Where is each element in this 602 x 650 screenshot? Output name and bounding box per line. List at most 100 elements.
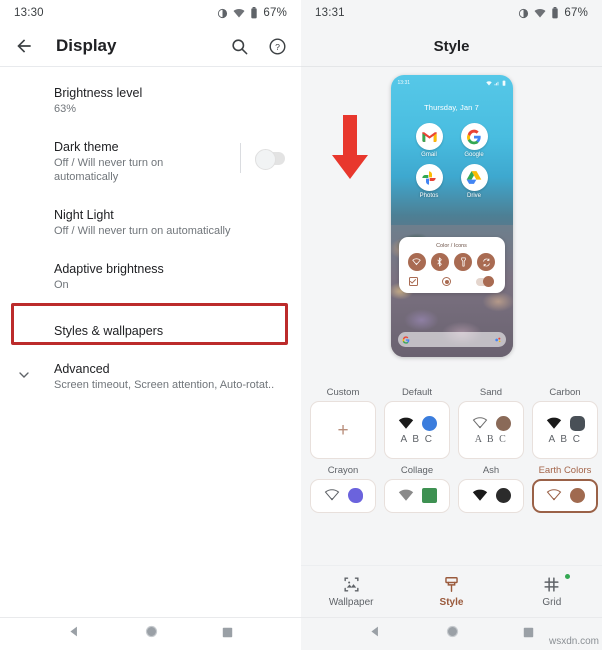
style-tile-collage[interactable]: Collage bbox=[384, 465, 450, 513]
recents-square-icon[interactable] bbox=[222, 625, 233, 643]
color-dot bbox=[347, 488, 363, 503]
back-triangle-icon[interactable] bbox=[68, 625, 81, 643]
tile-label: Custom bbox=[326, 387, 360, 398]
setting-row-dark-theme[interactable]: Dark theme Off / Will never turn on auto… bbox=[0, 125, 301, 193]
setting-row-styles-and-wallpapers[interactable]: Styles & wallpapers bbox=[0, 301, 301, 355]
bluetooth-icon[interactable] bbox=[430, 253, 449, 271]
style-tile-earth-colors[interactable]: Earth Colors bbox=[532, 465, 598, 513]
nav-item-grid[interactable]: Grid bbox=[517, 574, 587, 608]
row-title: Adaptive brightness bbox=[54, 262, 164, 276]
dnd-icon bbox=[519, 8, 529, 18]
style-tile-ash[interactable]: Ash bbox=[458, 465, 524, 513]
row-title: Brightness level bbox=[54, 86, 143, 100]
dnd-icon bbox=[218, 8, 228, 18]
setting-row-advanced[interactable]: Advanced Screen timeout, Screen attentio… bbox=[0, 355, 301, 401]
row-title: Dark theme bbox=[54, 140, 119, 154]
style-tile-custom[interactable]: Custom + bbox=[310, 387, 376, 459]
battery-icon bbox=[502, 80, 505, 86]
tile-label: Carbon bbox=[549, 387, 581, 398]
row-title: Night Light bbox=[54, 208, 114, 222]
home-circle-icon[interactable] bbox=[446, 625, 459, 643]
auto-rotate-icon[interactable] bbox=[477, 253, 496, 271]
style-title: Style bbox=[433, 37, 470, 55]
watermark: wsxdn.com bbox=[548, 636, 599, 647]
radio-sample[interactable] bbox=[442, 277, 451, 286]
page-title: Display bbox=[56, 36, 117, 55]
style-tile-sand[interactable]: Sand A B C bbox=[458, 387, 524, 459]
row-title: Advanced bbox=[54, 362, 110, 376]
status-icons: 67% bbox=[217, 7, 287, 19]
app-label: Google bbox=[464, 152, 484, 158]
tile-box[interactable]: + bbox=[310, 401, 376, 459]
setting-row-adaptive-brightness[interactable]: Adaptive brightness On bbox=[0, 247, 301, 301]
nav-item-wallpaper[interactable]: Wallpaper bbox=[316, 575, 386, 608]
paintbrush-icon bbox=[445, 577, 458, 592]
google-g-icon bbox=[402, 335, 409, 344]
style-tile-carbon[interactable]: Carbon A B C bbox=[532, 387, 598, 459]
app-label: Photos bbox=[419, 193, 439, 199]
home-circle-icon[interactable] bbox=[145, 625, 158, 643]
setting-row-brightness-level[interactable]: Brightness level 63% bbox=[0, 73, 301, 125]
search-icon[interactable] bbox=[227, 34, 251, 58]
battery-percent: 67% bbox=[564, 7, 588, 19]
tile-icon-row bbox=[398, 415, 437, 431]
flashlight-icon[interactable] bbox=[454, 253, 473, 271]
app-label: Gmail bbox=[421, 152, 437, 158]
checkbox-sample[interactable] bbox=[408, 277, 418, 286]
status-time: 13:31 bbox=[315, 7, 345, 19]
svg-text:?: ? bbox=[275, 41, 280, 51]
plus-icon: + bbox=[337, 419, 349, 441]
wifi-icon bbox=[398, 417, 413, 429]
wifi-icon bbox=[398, 489, 413, 501]
preview-app-drive[interactable]: Drive bbox=[460, 164, 488, 199]
preview-app-google[interactable]: Google bbox=[460, 123, 488, 158]
color-dot bbox=[495, 415, 511, 431]
drive-icon bbox=[460, 164, 488, 191]
style-tile-crayon[interactable]: Crayon bbox=[310, 465, 376, 513]
chevron-down-icon[interactable] bbox=[16, 367, 32, 383]
row-subtitle: 63% bbox=[54, 103, 77, 115]
preview-app-gmail[interactable]: Gmail bbox=[415, 123, 443, 158]
row-subtitle: Off / Will never turn on automatically bbox=[54, 157, 164, 183]
wifi-icon bbox=[534, 8, 546, 17]
back-triangle-icon[interactable] bbox=[369, 625, 382, 643]
tile-label: Crayon bbox=[327, 465, 359, 476]
tile-box[interactable] bbox=[532, 479, 598, 513]
wifi-icon bbox=[546, 417, 561, 429]
dual-screenshot-container: 13:30 67% Display ? Brightness level 63%… bbox=[0, 0, 602, 650]
wifi-icon[interactable] bbox=[407, 253, 426, 271]
tile-box[interactable] bbox=[310, 479, 376, 513]
tile-label: Sand bbox=[479, 387, 503, 398]
tile-box[interactable]: A B C bbox=[384, 401, 450, 459]
battery-percent: 67% bbox=[263, 7, 287, 19]
setting-row-night-light[interactable]: Night Light Off / Will never turn on aut… bbox=[0, 193, 301, 247]
wifi-icon bbox=[233, 8, 245, 17]
phone-preview-area: 13:31 Thursday, Jan 7 Gmail Google Photo… bbox=[301, 67, 602, 385]
tile-box[interactable]: A B C bbox=[532, 401, 598, 459]
preview-app-photos[interactable]: Photos bbox=[415, 164, 443, 199]
row-title: Styles & wallpapers bbox=[54, 324, 164, 338]
tile-icon-row bbox=[398, 488, 437, 503]
recents-square-icon[interactable] bbox=[523, 625, 534, 643]
preview-date: Thursday, Jan 7 bbox=[424, 103, 479, 112]
style-tiles-grid: Custom + Default A B C Sand A B C Carbon… bbox=[301, 385, 602, 513]
tile-icon-row bbox=[472, 415, 511, 431]
switch-sample[interactable] bbox=[475, 276, 494, 287]
tile-box[interactable] bbox=[384, 479, 450, 513]
color-dot bbox=[421, 488, 437, 503]
tile-box[interactable]: A B C bbox=[458, 401, 524, 459]
preview-app-grid: Gmail Google Photos Drive bbox=[391, 123, 513, 199]
back-arrow-icon[interactable] bbox=[12, 34, 36, 58]
grid-badge-dot bbox=[564, 574, 570, 579]
help-icon[interactable]: ? bbox=[265, 34, 289, 58]
tile-icon-row bbox=[472, 488, 511, 503]
nav-item-style[interactable]: Style bbox=[416, 575, 486, 608]
dark-theme-toggle[interactable] bbox=[255, 148, 285, 170]
phone-preview[interactable]: 13:31 Thursday, Jan 7 Gmail Google Photo… bbox=[390, 75, 513, 357]
preview-search-bar[interactable] bbox=[397, 332, 506, 347]
style-tile-default[interactable]: Default A B C bbox=[384, 387, 450, 459]
right-screen-style-picker: 13:31 67% Style 13:31 Thursday, Jan 7 Gm… bbox=[301, 0, 602, 650]
tile-box[interactable] bbox=[458, 479, 524, 513]
google-icon bbox=[460, 123, 488, 150]
wifi-icon bbox=[485, 80, 492, 85]
